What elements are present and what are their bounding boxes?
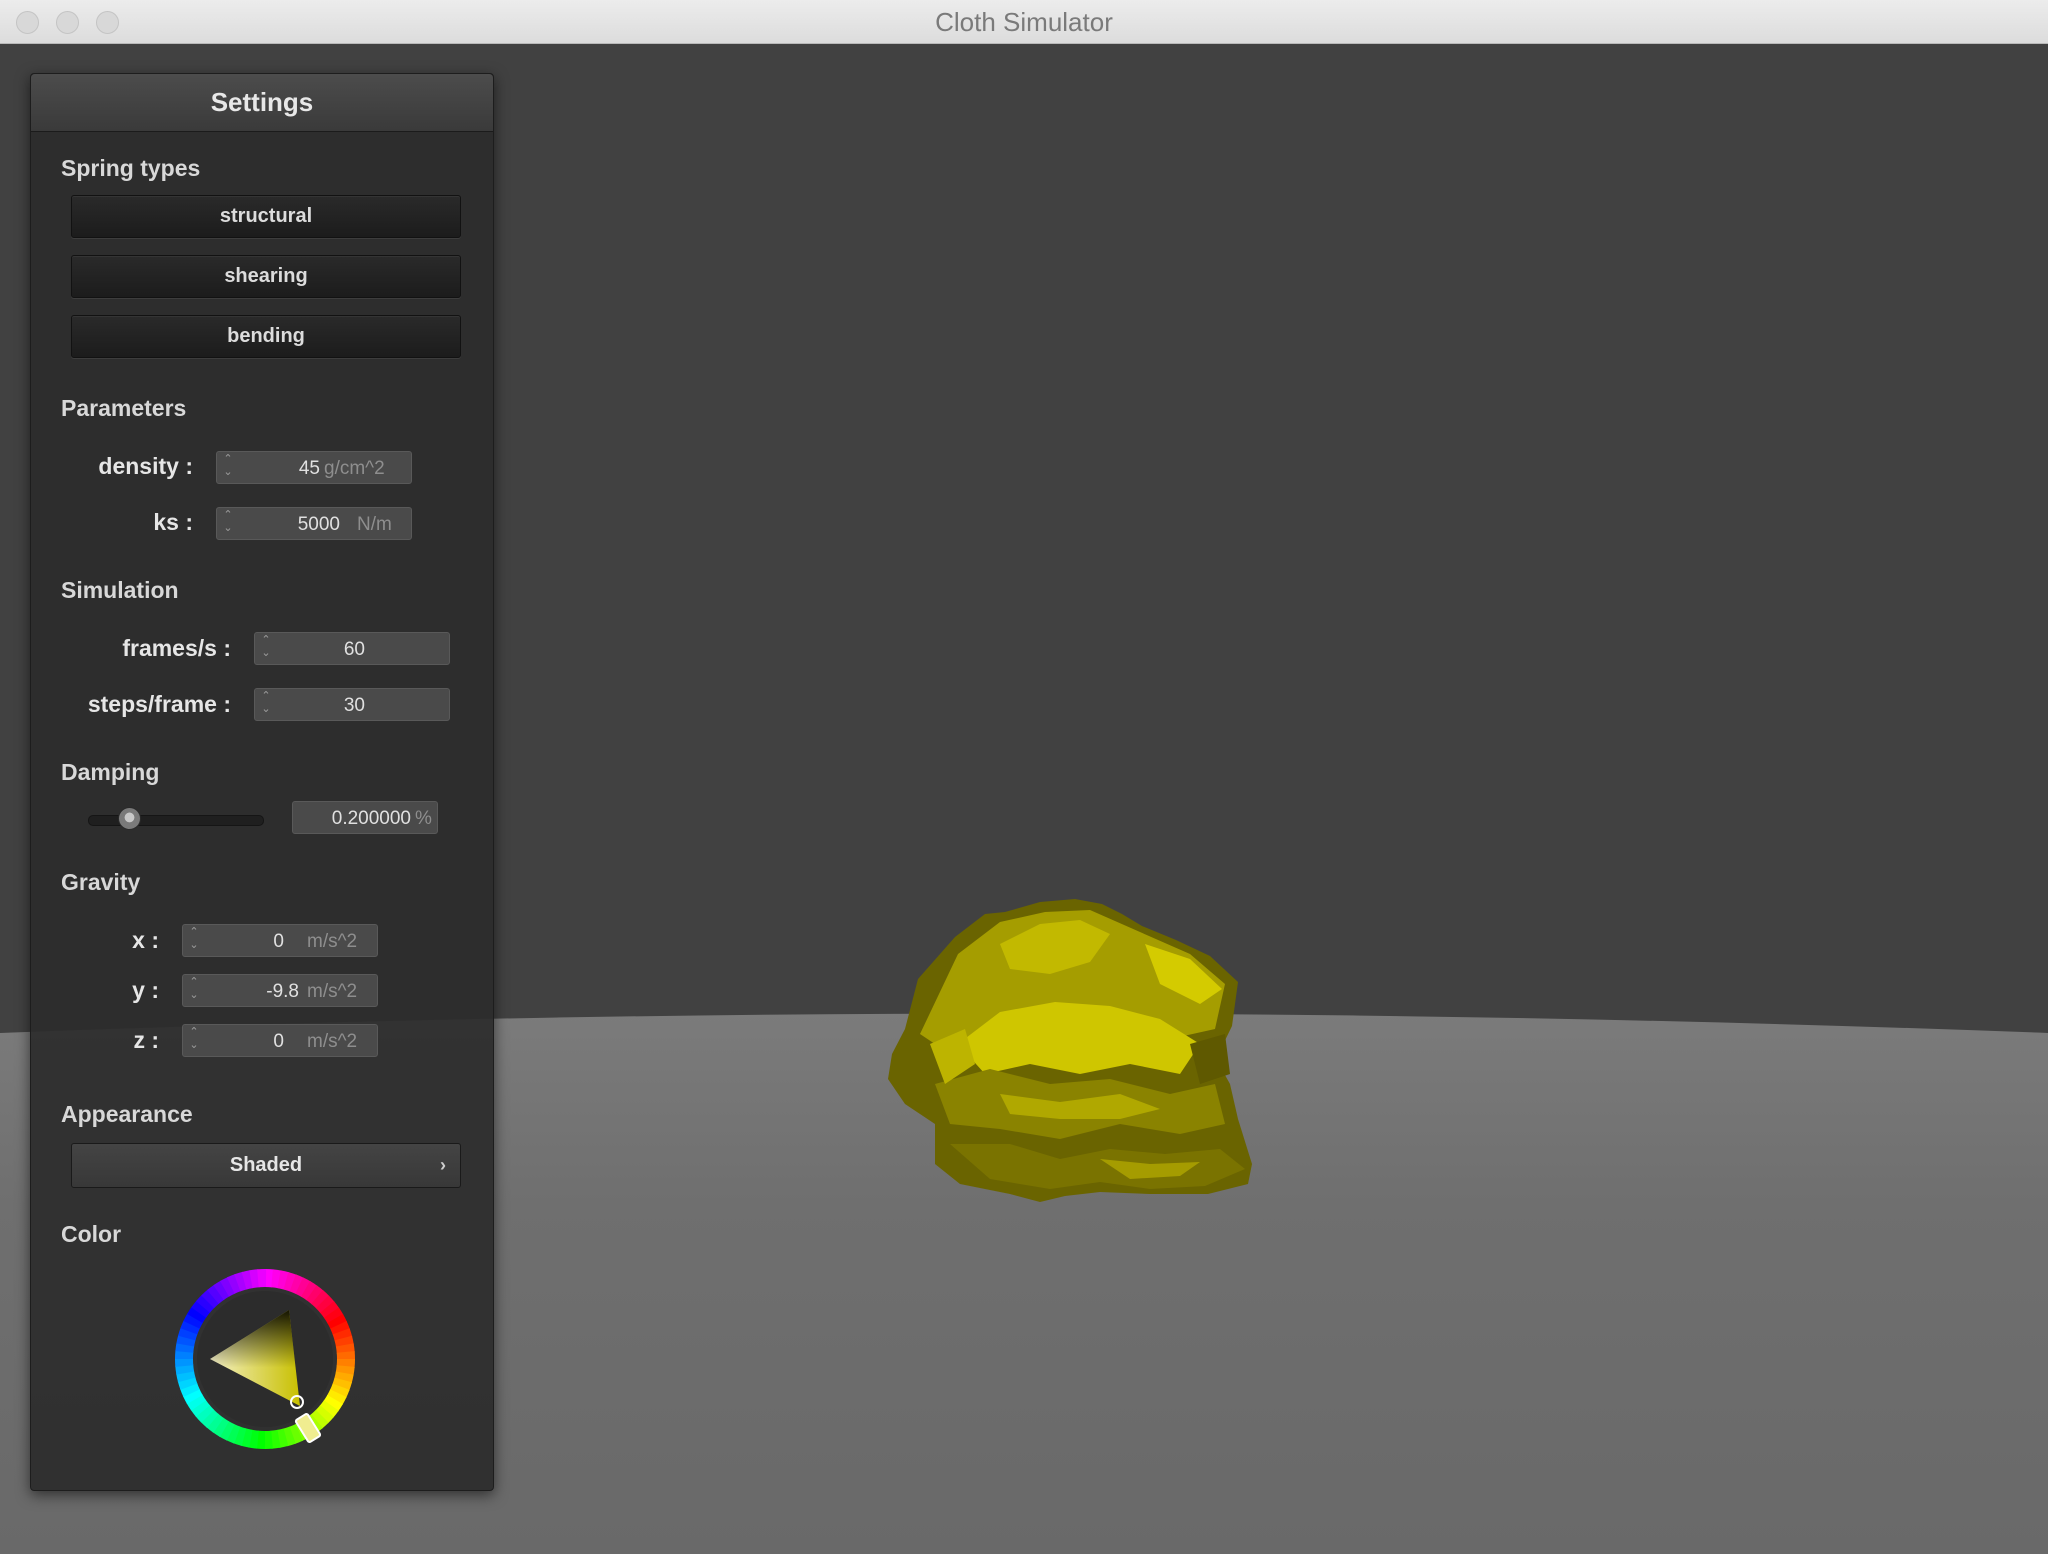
- damping-value: 0.200000: [331, 808, 411, 829]
- gravity-x-value: 0: [273, 931, 284, 952]
- color-heading: Color: [61, 1221, 122, 1247]
- ks-value: 5000: [297, 514, 340, 535]
- gravity-z-label: z :: [133, 1027, 159, 1053]
- damping-heading: Damping: [61, 759, 160, 785]
- fps-label: frames/s :: [122, 635, 231, 661]
- gravity-y-label: y :: [132, 977, 159, 1003]
- density-label: density :: [98, 453, 193, 479]
- color-wheel-picker[interactable]: [175, 1269, 355, 1449]
- damping-field[interactable]: 0.200000 %: [292, 801, 438, 834]
- gravity-y-stepper[interactable]: ⌃ ⌄: [188, 977, 200, 1005]
- density-unit: g/cm^2: [324, 458, 385, 479]
- damping-slider-track[interactable]: [88, 815, 264, 826]
- gravity-x-label: x :: [132, 927, 159, 953]
- bending-button[interactable]: bending: [71, 315, 461, 358]
- shearing-button[interactable]: shearing: [71, 255, 461, 298]
- settings-panel: Settings Spring types structural shearin…: [30, 73, 494, 1491]
- window-titlebar: Cloth Simulator: [0, 0, 2048, 44]
- panel-title[interactable]: Settings: [31, 74, 493, 132]
- steps-field[interactable]: ⌃ ⌄ 30: [254, 688, 450, 721]
- fps-value: 60: [343, 639, 365, 660]
- gravity-z-stepper[interactable]: ⌃ ⌄: [188, 1027, 200, 1055]
- spring-types-heading: Spring types: [61, 155, 201, 181]
- density-stepper[interactable]: ⌃ ⌄: [222, 454, 234, 482]
- parameters-heading: Parameters: [61, 395, 187, 421]
- ks-unit: N/m: [357, 514, 392, 535]
- gravity-y-value: -9.8: [266, 981, 299, 1002]
- chevron-right-icon: ›: [440, 1155, 446, 1175]
- fps-field[interactable]: ⌃ ⌄ 60: [254, 632, 450, 665]
- gravity-y-unit: m/s^2: [307, 981, 358, 1002]
- damping-slider-handle[interactable]: [118, 807, 142, 830]
- simulation-heading: Simulation: [61, 577, 179, 603]
- fps-stepper[interactable]: ⌃ ⌄: [260, 635, 272, 663]
- gravity-x-stepper[interactable]: ⌃ ⌄: [188, 927, 200, 955]
- appearance-selected: Shaded: [229, 1154, 303, 1176]
- appearance-heading: Appearance: [61, 1101, 193, 1127]
- steps-stepper[interactable]: ⌃ ⌄: [260, 691, 272, 719]
- density-value: 45: [298, 458, 320, 479]
- steps-value: 30: [343, 695, 365, 716]
- damping-unit: %: [415, 808, 432, 829]
- ks-field[interactable]: ⌃ ⌄ 5000 N/m: [216, 507, 412, 540]
- gravity-z-field[interactable]: ⌃ ⌄ 0 m/s^2: [182, 1024, 378, 1057]
- gravity-z-unit: m/s^2: [307, 1031, 358, 1052]
- gravity-x-field[interactable]: ⌃ ⌄ 0 m/s^2: [182, 924, 378, 957]
- density-field[interactable]: ⌃ ⌄ 45 g/cm^2: [216, 451, 412, 484]
- ks-label: ks :: [153, 509, 193, 535]
- gravity-y-field[interactable]: ⌃ ⌄ -9.8 m/s^2: [182, 974, 378, 1007]
- appearance-dropdown[interactable]: Shaded ›: [71, 1143, 461, 1188]
- steps-label: steps/frame :: [87, 691, 231, 717]
- gravity-heading: Gravity: [61, 869, 141, 895]
- gravity-x-unit: m/s^2: [307, 931, 358, 952]
- structural-button[interactable]: structural: [71, 195, 461, 238]
- gravity-z-value: 0: [273, 1031, 284, 1052]
- window-title: Cloth Simulator: [935, 7, 1113, 37]
- ks-stepper[interactable]: ⌃ ⌄: [222, 510, 234, 538]
